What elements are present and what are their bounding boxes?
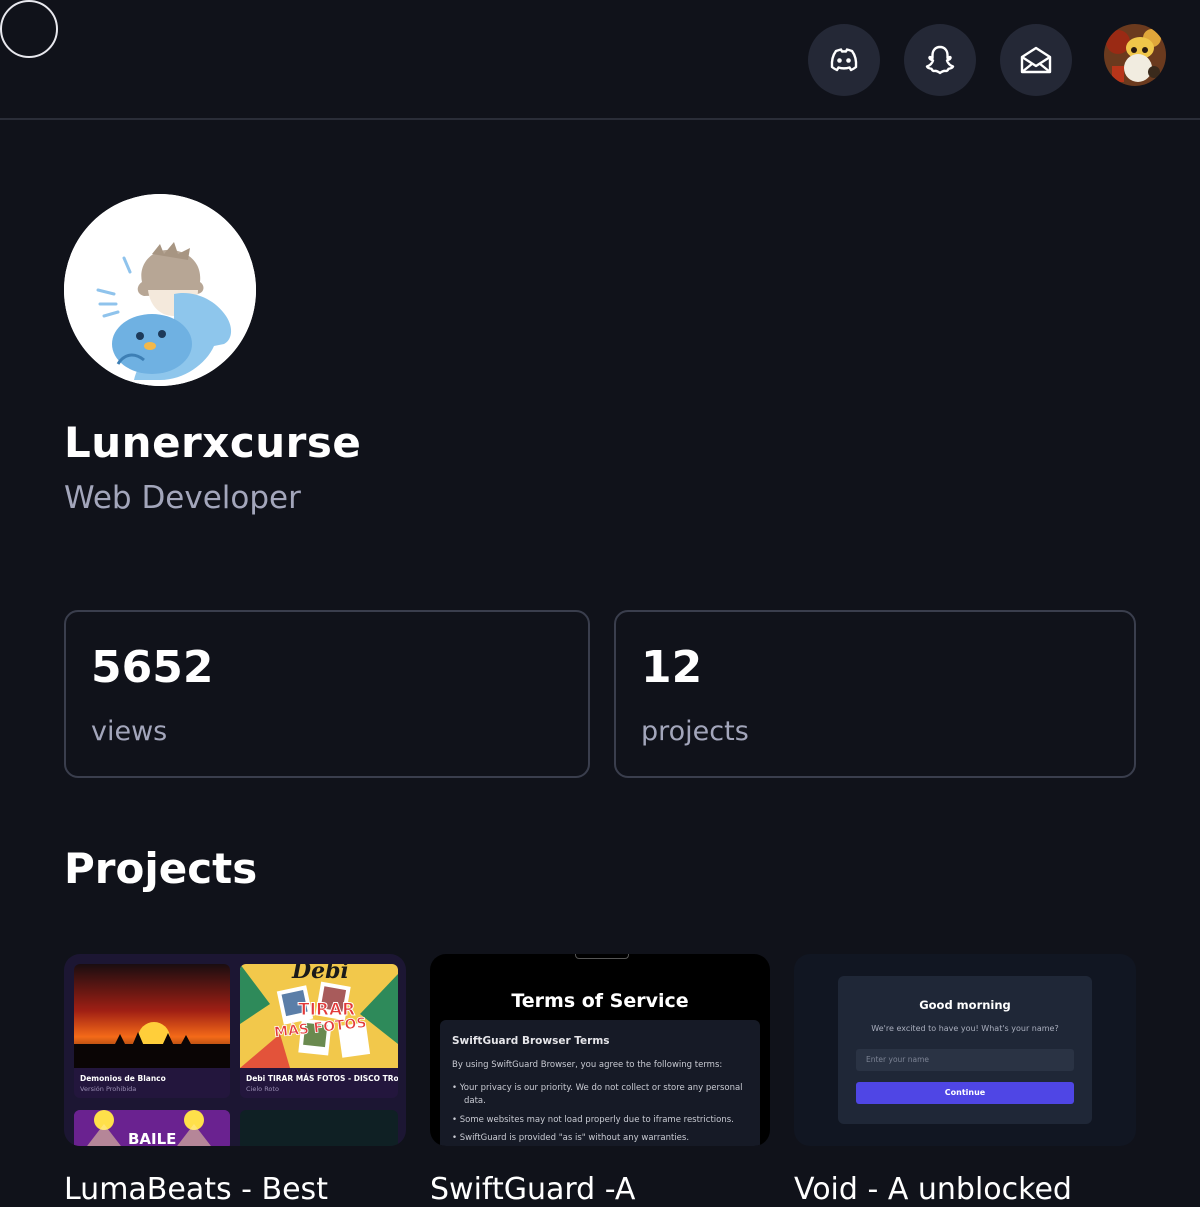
album-tile [240,1110,398,1146]
name-input-placeholder: Enter your name [866,1055,930,1064]
project-card-swiftguard[interactable]: Terms of Service SwiftGuard Browser Term… [430,954,770,1146]
stat-label: views [91,716,168,747]
projects-heading: Projects [64,844,258,893]
album-tile: BAILE [74,1110,230,1146]
terms-bullet-continued: data. [464,1096,486,1106]
continue-button: Continue [856,1082,1074,1104]
stat-card-projects: 12 projects [614,610,1136,778]
welcome-dialog: Good morning We're excited to have you! … [838,976,1092,1124]
user-avatar[interactable] [1104,24,1166,86]
album-artist: Cielo Roto [246,1085,279,1093]
top-navigation-bar [0,0,1200,120]
discord-icon [830,48,858,72]
project-title[interactable]: Void - A unblocked [794,1172,1072,1207]
terms-bullet: • SwiftGuard is provided "as is" without… [452,1133,690,1143]
project-title[interactable]: SwiftGuard -A [430,1172,635,1207]
album-tile: Demonios de Blanco Versión Prohibida [74,964,230,1098]
user-avatar-image [1104,24,1166,86]
prompt-text: We're excited to have you! What's your n… [871,1024,1059,1033]
terms-intro: By using SwiftGuard Browser, you agree t… [452,1060,723,1070]
terms-bullet-text: Some websites may not load properly due … [459,1115,734,1125]
terms-panel: SwiftGuard Browser Terms By using SwiftG… [440,1020,760,1146]
album-title: Demonios de Blanco [80,1074,166,1083]
email-button[interactable] [1000,24,1072,96]
album-art-sunset [74,964,230,1068]
terms-bullet-text: Your privacy is our priority. We do not … [459,1083,743,1093]
terms-bullet-text: SwiftGuard is provided "as is" without a… [459,1133,690,1143]
device-notch [575,954,629,959]
profile-role: Web Developer [64,480,301,516]
album-artist: Versión Prohibida [80,1085,137,1093]
project-card-lumabeats[interactable]: Demonios de Blanco Versión Prohibida Deb… [64,954,406,1146]
profile-avatar-illustration [64,194,256,386]
album-art-title: Debi [292,964,349,984]
album-art-text: BAILE [128,1130,177,1146]
stat-label: projects [641,716,749,747]
project-title[interactable]: LumaBeats - Best [64,1172,328,1207]
terms-bullet: • Some websites may not load properly du… [452,1115,734,1125]
terms-subheading: SwiftGuard Browser Terms [452,1035,610,1047]
snapchat-button[interactable] [904,24,976,96]
profile-name: Lunerxcurse [64,418,362,467]
stat-value: 5652 [91,642,214,693]
album-tile: Debi TIRAR MÁS FOTOS Debi TIRAR MÁS FOTO… [240,964,398,1098]
project-card-void[interactable]: Good morning We're excited to have you! … [794,954,1136,1146]
greeting-text: Good morning [919,998,1011,1012]
stat-card-views: 5652 views [64,610,590,778]
mail-icon [1020,46,1052,74]
snapchat-icon [925,45,955,75]
discord-button[interactable] [808,24,880,96]
terms-bullet: • Your privacy is our priority. We do no… [452,1083,743,1093]
stat-value: 12 [641,642,703,693]
name-input: Enter your name [856,1049,1074,1071]
album-title: Debi TIRAR MÁS FOTOS - DISCO TRo... [246,1074,398,1083]
preview-heading: Terms of Service [511,990,689,1012]
profile-avatar [64,194,256,386]
